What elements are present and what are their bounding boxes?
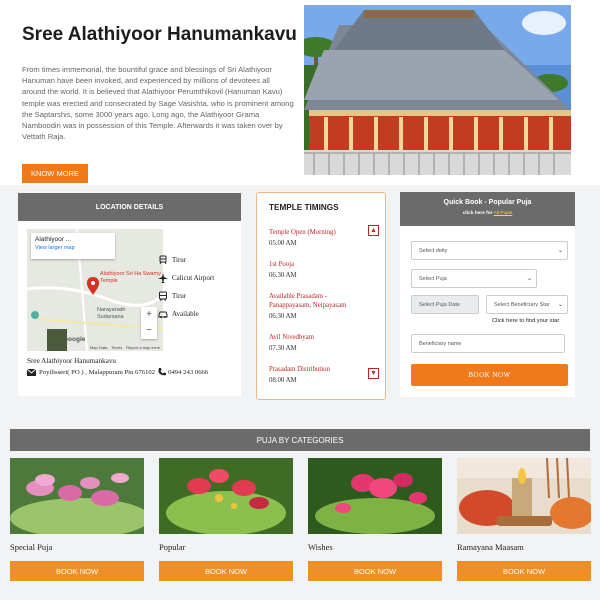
category-label: Special Puja [10, 542, 53, 552]
list-item: 1st Pooja 06.30 AM [269, 261, 297, 279]
list-item: Temple Open (Morning) 05.00 AM [269, 229, 336, 247]
category-card-special-puja[interactable]: Special Puja BOOK NOW [10, 458, 144, 581]
category-card-popular[interactable]: Popular BOOK NOW [159, 458, 293, 581]
phone-icon [158, 368, 167, 376]
zoom-out-icon[interactable]: − [141, 323, 157, 339]
beneficiary-star-select[interactable]: Select Beneficiary Star ⌄ [486, 295, 568, 314]
quick-book-title: Quick Book - Popular Puja [443, 199, 532, 206]
arrow-down-icon: ▼ [370, 370, 377, 377]
scroll-down-button[interactable]: ▼ [368, 368, 379, 379]
list-item: Calicut Airport [158, 269, 214, 287]
list-item: Available [158, 305, 214, 323]
book-now-button[interactable]: BOOK NOW [308, 561, 442, 581]
map-footer: Map Data Terms Report a map error [89, 345, 160, 350]
view-larger-map-link[interactable]: View larger map [35, 245, 111, 251]
map-embed[interactable]: Alathiyoor ... View larger map Alathiyoo… [27, 229, 163, 351]
chevron-down-icon: ⌄ [526, 276, 532, 282]
zoom-in-icon[interactable]: + [141, 307, 157, 323]
map-info-box: Alathiyoor ... View larger map [31, 233, 115, 259]
list-item: Tirur [158, 251, 214, 269]
chevron-down-icon: ⌄ [557, 302, 563, 308]
address-line: Poyilisseri( PO ) , Malappuram Pin 67610… [27, 368, 208, 376]
car-icon [158, 311, 168, 318]
timings-header: TEMPLE TIMINGS [269, 203, 339, 212]
map-area-label: Narayanath Sudarsana [97, 307, 126, 320]
bus-icon [159, 291, 167, 301]
map-place-name: Alathiyoor ... [35, 236, 72, 243]
category-label: Popular [159, 542, 186, 552]
train-icon [159, 255, 167, 265]
envelope-icon [27, 368, 36, 376]
categories-header: PUJA BY CATEGORIES [10, 429, 590, 451]
hero-description: From times immemorial, the bountiful gra… [22, 65, 294, 142]
map-zoom-controls[interactable]: + − [141, 307, 157, 339]
plane-icon [158, 273, 168, 283]
category-label: Wishes [308, 542, 333, 552]
category-image [457, 458, 591, 534]
book-now-button[interactable]: BOOK NOW [411, 364, 568, 386]
deity-select[interactable]: Select deity ⌄ [411, 241, 568, 260]
category-card-ramayana-maasam[interactable]: Ramayana Maasam BOOK NOW [457, 458, 591, 581]
page-title: Sree Alathiyoor Hanumankavu [22, 24, 297, 45]
all-pujas-link[interactable]: All Pujas [494, 211, 513, 216]
category-image [10, 458, 144, 534]
list-item: Avil Nivedhyam 07.30 AM [269, 334, 314, 352]
quick-book-header: Quick Book - Popular Puja click here for… [400, 192, 575, 226]
chevron-down-icon: ⌄ [557, 248, 563, 254]
quick-book-card: Quick Book - Popular Puja click here for… [400, 192, 575, 397]
book-now-button[interactable]: BOOK NOW [10, 561, 144, 581]
know-more-button[interactable]: KNOW MORE [22, 164, 88, 183]
category-image [159, 458, 293, 534]
temple-name: Sree Alathiyoor Hanumankavu [27, 357, 117, 365]
quick-book-subtitle: click here for All Pujas [462, 211, 513, 216]
timings-list: Temple Open (Morning) 05.00 AM 1st Pooja… [269, 228, 369, 397]
list-item: Available Prasadam - Panappayasam, Neipa… [269, 293, 347, 320]
category-image [308, 458, 442, 534]
google-logo: Google [63, 336, 86, 343]
temple-photo [304, 5, 571, 175]
map-pin-label: Alathiyoor Sri Ha Swamy Temple [100, 271, 161, 284]
book-now-button[interactable]: BOOK NOW [457, 561, 591, 581]
arrow-up-icon: ▲ [370, 227, 377, 234]
list-item: Tirur [158, 287, 214, 305]
timings-card: TEMPLE TIMINGS ▲ Temple Open (Morning) 0… [256, 192, 386, 400]
category-card-wishes[interactable]: Wishes BOOK NOW [308, 458, 442, 581]
location-card: LOCATION DETAILS Alathiyoor ... View lar… [18, 193, 241, 396]
book-now-button[interactable]: BOOK NOW [159, 561, 293, 581]
list-item: Prasadam Distribution 08.00 AM [269, 366, 330, 384]
puja-select[interactable]: Select Puja ⌄ [411, 269, 537, 288]
puja-date-input[interactable]: Select Puja Date [411, 295, 479, 314]
beneficiary-name-input[interactable]: Beneficiary name [411, 334, 565, 353]
transport-list: Tirur Calicut Airport Tirur Available [158, 251, 214, 323]
hero-section: Sree Alathiyoor Hanumankavu From times i… [0, 0, 600, 185]
find-star-link[interactable]: Click here to find your star [492, 318, 559, 324]
scroll-up-button[interactable]: ▲ [368, 225, 379, 236]
location-header: LOCATION DETAILS [18, 193, 241, 221]
category-label: Ramayana Maasam [457, 542, 524, 552]
